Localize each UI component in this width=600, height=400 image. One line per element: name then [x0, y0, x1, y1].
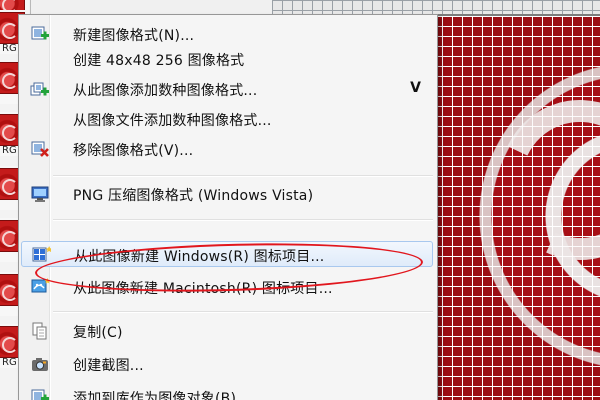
new-windows-icon-project-icon [31, 245, 53, 265]
menu-item-create-screenshot[interactable]: 创建截图... [21, 351, 433, 377]
menu-item-add-formats-from-file[interactable]: 从图像文件添加数种图像格式... [21, 106, 433, 132]
thumbnail-label: RG [2, 145, 17, 156]
menu-item-label: 从此图像添加数种图像格式... [73, 83, 258, 99]
menu-item-add-to-library[interactable]: 添加到库作为图像对象(B)... [21, 384, 433, 400]
menu-item-new-windows-icon-project[interactable]: 从此图像新建 Windows(R) 图标项目... [21, 241, 433, 267]
menu-item-remove-image-format[interactable]: 移除图像格式(V)... [21, 136, 433, 162]
menu-item-label: 新建图像格式(N)... [73, 28, 195, 44]
menu-separator [53, 219, 433, 221]
thumbnail-label: RG [2, 43, 17, 54]
library-icon [30, 387, 50, 400]
menu-item-new-image-format[interactable]: 新建图像格式(N)... [21, 21, 433, 47]
copy-icon [30, 321, 50, 341]
menu-item-create-48x48-256[interactable]: 创建 48x48 256 图像格式 [21, 46, 433, 72]
new-mac-icon-project-icon [30, 277, 51, 297]
menu-item-label: 复制(C) [73, 325, 123, 341]
menu-item-label: 从图像文件添加数种图像格式... [73, 113, 272, 129]
app-window: RG RG RG 新建图像格式(N)... 创建 48x48 256 图像格式 … [0, 0, 600, 400]
menu-item-label: 从此图像新建 Macintosh(R) 图标项目... [73, 281, 333, 297]
remove-format-icon [30, 139, 50, 159]
menu-item-label: 创建截图... [73, 358, 144, 374]
new-format-icon [30, 24, 50, 44]
thumbnail-label: RG [2, 357, 17, 368]
menu-item-label: 移除图像格式(V)... [73, 143, 194, 159]
menu-item-copy[interactable]: 复制(C) [21, 318, 433, 344]
png-monitor-icon [30, 184, 50, 204]
menu-separator [53, 311, 433, 313]
menu-item-label: 创建 48x48 256 图像格式 [73, 53, 245, 69]
menu-item-png-compress[interactable]: PNG 压缩图像格式 (Windows Vista) [21, 181, 433, 207]
menu-item-label: PNG 压缩图像格式 (Windows Vista) [73, 188, 314, 204]
screenshot-icon [30, 354, 50, 374]
menu-item-add-formats-from-image[interactable]: 从此图像添加数种图像格式... V [21, 76, 433, 102]
menu-item-label: 从此图像新建 Windows(R) 图标项目... [74, 249, 325, 265]
menu-item-shortcut: V [410, 80, 421, 96]
menu-item-new-mac-icon-project[interactable]: 从此图像新建 Macintosh(R) 图标项目... [21, 274, 433, 300]
menu-item-label: 添加到库作为图像对象(B)... [73, 391, 251, 400]
add-formats-icon [30, 79, 50, 99]
context-menu: 新建图像格式(N)... 创建 48x48 256 图像格式 从此图像添加数种图… [18, 14, 438, 400]
menu-separator [53, 175, 433, 177]
